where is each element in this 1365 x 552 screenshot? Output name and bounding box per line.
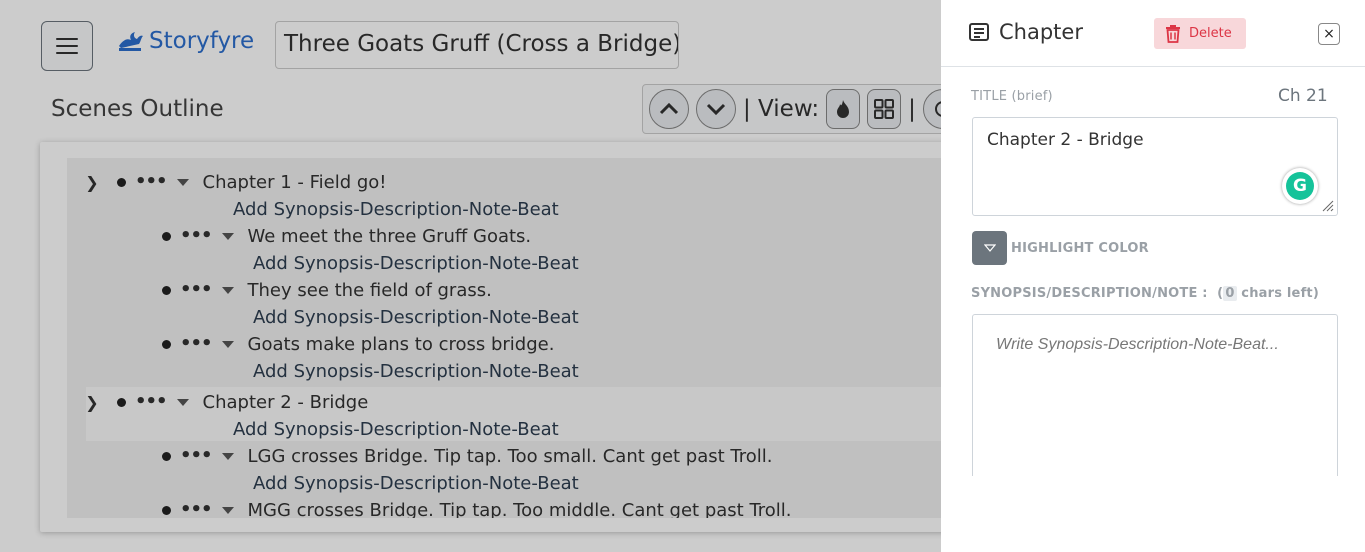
synopsis-label-text: SYNOPSIS/DESCRIPTION/NOTE : bbox=[971, 286, 1208, 301]
title-field-label: TITLE (brief) bbox=[971, 89, 1053, 104]
synopsis-textarea[interactable]: Write Synopsis-Description-Note-Beat... bbox=[972, 314, 1338, 479]
chapter-number: Ch 21 bbox=[1278, 86, 1328, 106]
highlight-color-label: HIGHLIGHT COLOR bbox=[1011, 241, 1149, 256]
chapter-edit-panel: Chapter Delete × TITLE (brief) Ch 21 Cha… bbox=[941, 0, 1365, 552]
panel-title-text: Chapter bbox=[999, 20, 1083, 44]
title-textarea[interactable]: Chapter 2 - Bridge bbox=[972, 117, 1338, 216]
panel-title: Chapter bbox=[969, 20, 1083, 44]
trash-icon bbox=[1166, 24, 1180, 43]
highlight-color-dropdown[interactable] bbox=[972, 231, 1007, 265]
close-button[interactable]: × bbox=[1318, 23, 1340, 45]
grammarly-icon: G bbox=[1286, 172, 1314, 200]
document-icon bbox=[969, 23, 989, 41]
close-icon: × bbox=[1323, 26, 1335, 42]
caret-down-icon bbox=[983, 244, 996, 252]
panel-bottom-area bbox=[941, 476, 1365, 552]
resize-handle-icon[interactable] bbox=[1322, 200, 1334, 212]
delete-button[interactable]: Delete bbox=[1154, 18, 1246, 49]
synopsis-field-label: SYNOPSIS/DESCRIPTION/NOTE : (0 chars lef… bbox=[971, 286, 1319, 301]
grammarly-button[interactable]: G bbox=[1282, 168, 1318, 204]
panel-header: Chapter Delete × bbox=[941, 0, 1365, 67]
synopsis-placeholder: Write Synopsis-Description-Note-Beat... bbox=[996, 336, 1279, 353]
chars-left-counter: (0 chars left) bbox=[1217, 286, 1319, 301]
chars-left-count: 0 bbox=[1223, 286, 1237, 301]
delete-label: Delete bbox=[1189, 26, 1232, 41]
title-value: Chapter 2 - Bridge bbox=[987, 130, 1144, 150]
